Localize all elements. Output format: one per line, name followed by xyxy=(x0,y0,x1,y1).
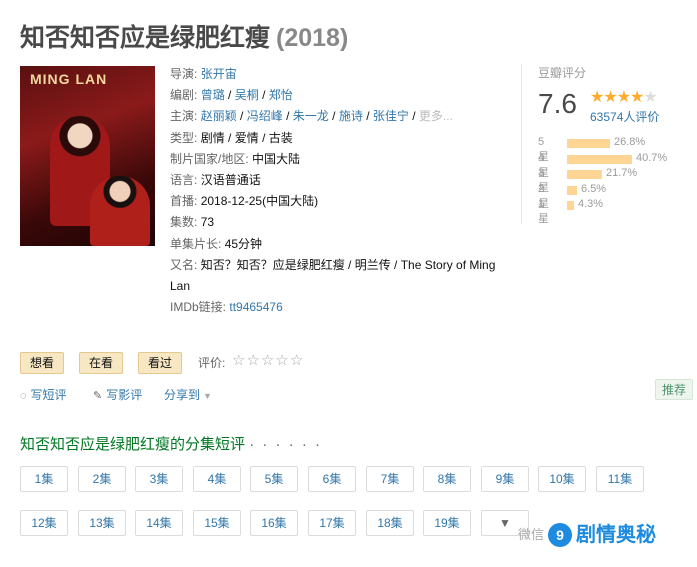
episode-button[interactable]: 5集 xyxy=(250,466,298,492)
rating-panel: 豆瓣评分 7.6 ★★★★★ 63574人评价 5星 26.8% 4星 40.7% 3星… xyxy=(521,64,697,225)
episode-button[interactable]: 7集 xyxy=(366,466,414,492)
imdb-link[interactable]: tt9465476 xyxy=(229,300,282,314)
poster-image[interactable]: MING LAN xyxy=(20,66,155,246)
episode-button[interactable]: 17集 xyxy=(308,510,356,536)
cast-link[interactable]: 赵丽颖 xyxy=(201,109,237,123)
rating-bar-fill xyxy=(567,201,574,210)
star-icon: ★ xyxy=(590,89,604,106)
star-icon[interactable]: ☆ xyxy=(261,352,275,369)
pencil-icon: ✎ xyxy=(93,390,103,402)
episode-button[interactable]: 12集 xyxy=(20,510,68,536)
star-icon: ★ xyxy=(643,89,657,106)
wechat-account-logo: 9 xyxy=(548,523,573,547)
info-writers: 编剧: 曾璐 / 吴桐 / 郑怡 xyxy=(170,88,293,103)
star-icon[interactable]: ☆ xyxy=(275,352,289,369)
star-icon[interactable]: ☆ xyxy=(232,352,246,369)
title-year: (2018) xyxy=(276,24,349,52)
cast-more-link[interactable]: 更多... xyxy=(419,109,453,123)
write-review-link[interactable]: ◌ 写短评 xyxy=(20,386,67,403)
rating-votes-link[interactable]: 63574人评价 xyxy=(590,108,659,125)
episodes-section-title: 知否知否应是绿肥红瘦的分集短评 · · · · · · xyxy=(20,436,322,453)
star-icon[interactable]: ☆ xyxy=(290,352,304,369)
rating-score: 7.6 xyxy=(538,88,577,119)
rating-bar-percent: 26.8% xyxy=(614,136,646,148)
comment-icon: ◌ xyxy=(20,390,27,402)
poster-figure-man xyxy=(90,176,150,246)
episode-button[interactable]: 11集 xyxy=(596,466,644,492)
episode-button[interactable]: 10集 xyxy=(538,466,586,492)
rating-bar-fill xyxy=(567,139,610,148)
rating-bar-percent: 6.5% xyxy=(581,182,607,195)
star-icon: ★ xyxy=(616,89,631,106)
want-to-watch-button[interactable]: 想看 xyxy=(20,352,65,374)
title-text: 知否知否应是绿肥红瘦 xyxy=(20,24,271,52)
rating-bar-percent: 40.7% xyxy=(636,151,668,164)
rate-label: 评价: xyxy=(198,356,226,370)
episode-button[interactable]: 3集 xyxy=(135,466,183,492)
info-runtime: 单集片长: 45分钟 xyxy=(170,236,263,251)
info-premiere: 首播: 2018-12-25(中国大陆) xyxy=(170,194,319,209)
recommend-button[interactable]: 推荐 xyxy=(655,379,694,400)
episode-button[interactable]: 4集 xyxy=(193,466,241,492)
caret-down-icon: ▼ xyxy=(203,391,212,401)
rating-bar-percent: 4.3% xyxy=(578,198,604,210)
star-icon[interactable]: ☆ xyxy=(246,352,260,369)
info-aka: 又名: 知否？知否？应是绿肥红瘦 / 明兰传 / The Story of Mi… xyxy=(170,257,496,294)
episode-button[interactable]: 14集 xyxy=(135,510,183,536)
rating-bar-fill xyxy=(567,154,632,164)
watermark: 微信 9 剧情奥秘 xyxy=(518,523,657,547)
page-title: 知否知否应是绿肥红瘦 (2018) xyxy=(20,18,348,54)
cast-link[interactable]: 施诗 xyxy=(339,109,363,123)
star-icon: ★ xyxy=(630,89,644,106)
episode-button[interactable]: 6集 xyxy=(308,466,356,492)
info-episodes: 集数: 73 xyxy=(170,215,215,230)
director-link[interactable]: 张开宙 xyxy=(201,67,237,81)
watched-button[interactable]: 看过 xyxy=(138,352,183,374)
rating-stars: ★★★★★ xyxy=(590,87,658,107)
info-imdb: IMDb链接: tt9465476 xyxy=(170,300,283,315)
rating-bar-fill xyxy=(567,185,577,195)
info-director: 导演: 张开宙 xyxy=(170,67,237,81)
episode-button[interactable]: 16集 xyxy=(250,510,298,536)
rating-bar-fill xyxy=(567,170,602,179)
info-cast: 主演: 赵丽颖 / 冯绍峰 / 朱一龙 / 施诗 / 张佳宁 / 更多... xyxy=(170,109,453,124)
watching-button[interactable]: 在看 xyxy=(79,352,124,374)
info-block: 导演: 张开宙 编剧: 曾璐 / 吴桐 / 郑怡 主演: 赵丽颖 / 冯绍峰 /… xyxy=(170,64,510,318)
star-icon: ★ xyxy=(603,89,617,106)
episode-button[interactable]: 8集 xyxy=(423,466,471,492)
info-language: 语言: 汉语普通话 xyxy=(170,173,261,188)
rating-bar-percent: 21.7% xyxy=(606,167,638,179)
info-genres: 类型: 剧情 / 爱情 / 古装 xyxy=(170,130,293,145)
cast-link[interactable]: 冯绍峰 xyxy=(247,109,283,123)
episode-button[interactable]: 15集 xyxy=(193,510,241,536)
share-dropdown[interactable]: 分享到 ▼ xyxy=(164,386,212,403)
writer-link[interactable]: 吴桐 xyxy=(235,88,259,102)
episode-button[interactable]: 19集 xyxy=(423,510,471,536)
cast-link[interactable]: 张佳宁 xyxy=(373,109,409,123)
rate-stars-input[interactable]: ☆☆☆☆☆ xyxy=(232,351,304,369)
episode-button[interactable]: 2集 xyxy=(78,466,126,492)
writer-link[interactable]: 曾璐 xyxy=(201,88,225,102)
rating-label: 豆瓣评分 xyxy=(538,66,587,80)
info-country: 制片国家/地区: 中国大陆 xyxy=(170,151,301,166)
episode-button[interactable]: 18集 xyxy=(366,510,414,536)
episode-button[interactable]: 13集 xyxy=(78,510,126,536)
episode-button[interactable]: 1集 xyxy=(20,466,68,492)
poster-logo: MING LAN xyxy=(30,71,108,87)
write-long-review-link[interactable]: ✎ 写影评 xyxy=(93,386,142,403)
rating-bar-label: 1星 xyxy=(538,198,549,225)
episode-button[interactable]: 9集 xyxy=(481,466,529,492)
cast-link[interactable]: 朱一龙 xyxy=(293,109,329,123)
writer-link[interactable]: 郑怡 xyxy=(269,88,293,102)
